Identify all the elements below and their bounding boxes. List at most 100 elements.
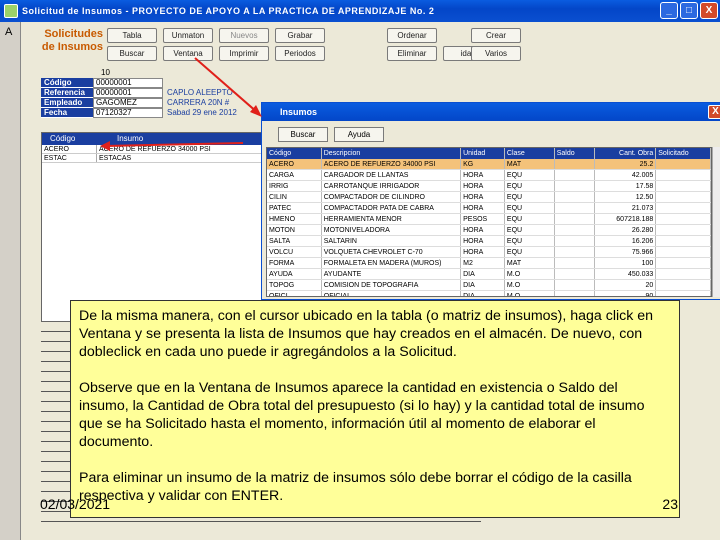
dialog-cell-unit: KG <box>461 159 505 169</box>
dialog-cell-cls: M.O <box>505 280 555 290</box>
dialog-cell-saldo <box>555 181 595 191</box>
toolbar-button-ordenar[interactable]: Ordenar <box>387 28 437 43</box>
header-value[interactable]: 07120327 <box>93 108 163 118</box>
dialog-cell-code: AYUDA <box>267 269 322 279</box>
dialog-cell-desc: SALTARIN <box>322 236 462 246</box>
cell-code[interactable]: ACERO <box>42 145 97 153</box>
dialog-cell-cls: EQU <box>505 192 555 202</box>
table-row[interactable]: MOTON MOTONIVELADORA HORA EQU 26.280 <box>267 225 711 236</box>
dialog-buscar-button[interactable]: Buscar <box>278 127 328 142</box>
dialog-cell-desc: AYUDANTE <box>322 269 462 279</box>
toolbar-button-nuevos[interactable]: Nuevos <box>219 28 269 43</box>
dialog-cell-desc: OFICIAL <box>322 291 462 296</box>
left-strip-label: A <box>5 26 13 38</box>
dialog-cell-cls: EQU <box>505 225 555 235</box>
app-icon <box>4 4 18 18</box>
insumos-table[interactable]: Código Descripcion Unidad Clase Saldo Cant. O… <box>266 147 712 297</box>
toolbar-button-periodos[interactable]: Periodos <box>275 46 325 61</box>
table-row[interactable]: CILIN COMPACTADOR DE CILINDRO HORA EQU 12.50 <box>267 192 711 203</box>
note-paragraph-1: De la misma manera, con el cursor ubicad… <box>79 308 654 360</box>
dialog-cell-cls: EQU <box>505 203 555 213</box>
cell-code[interactable]: ESTAC <box>42 154 97 162</box>
toolbar-button-imprimir[interactable]: Imprimir <box>219 46 269 61</box>
header-label: Referencia <box>41 88 93 98</box>
dialog-cell-unit: PESOS <box>461 214 505 224</box>
dialog-cell-cant: 17.58 <box>595 181 657 191</box>
dialog-cell-sol <box>656 291 711 296</box>
header-value[interactable]: 00000001 <box>93 78 163 88</box>
table-row[interactable]: IRRIG CARROTANQUE IRRIGADOR HORA EQU 17.58 <box>267 181 711 192</box>
dialog-cell-unit: DIA <box>461 269 505 279</box>
dialog-col-header: Clase <box>505 148 555 159</box>
slide-page-number: 23 <box>662 496 678 512</box>
toolbar-button-unmaton[interactable]: Unmaton <box>163 28 213 43</box>
toolbar-button-eliminar[interactable]: Eliminar <box>387 46 437 61</box>
dialog-cell-code: OFICI <box>267 291 322 296</box>
toolbar-button-tabla[interactable]: Tabla <box>107 28 157 43</box>
dialog-cell-cls: EQU <box>505 236 555 246</box>
dialog-cell-cant: 21.073 <box>595 203 657 213</box>
dialog-cell-saldo <box>555 170 595 180</box>
dialog-cell-unit: DIA <box>461 291 505 296</box>
dialog-cell-unit: DIA <box>461 280 505 290</box>
toolbar-button-ventana[interactable]: Ventana <box>163 46 213 61</box>
dialog-cell-cant: 450.033 <box>595 269 657 279</box>
toolbar-button-crear[interactable]: Crear <box>471 28 521 43</box>
dialog-cell-unit: HORA <box>461 247 505 257</box>
toolbar-button-grabar[interactable]: Grabar <box>275 28 325 43</box>
dialog-scrollbar[interactable] <box>712 147 720 297</box>
dialog-col-header: Saldo <box>555 148 595 159</box>
table-row[interactable]: CARGA CARGADOR DE LLANTAS HORA EQU 42.005 <box>267 170 711 181</box>
dialog-cell-cls: EQU <box>505 247 555 257</box>
dialog-cell-code: VOLCU <box>267 247 322 257</box>
dialog-cell-cls: MAT <box>505 258 555 268</box>
table-row[interactable]: HMENO HERRAMIENTA MENOR PESOS EQU 607218.188 <box>267 214 711 225</box>
dialog-cell-desc: MOTONIVELADORA <box>322 225 462 235</box>
dialog-cell-desc: COMPACTADOR DE CILINDRO <box>322 192 462 202</box>
dialog-cell-cant: 25.2 <box>595 159 657 169</box>
table-row[interactable]: PATEC COMPACTADOR PATA DE CABRA HORA EQU 21.… <box>267 203 711 214</box>
insumos-dialog: Insumos X Buscar Ayuda Código Descripcion… <box>261 102 720 300</box>
dialog-cell-cls: EQU <box>505 181 555 191</box>
dialog-cell-saldo <box>555 291 595 296</box>
dialog-col-header: Descripcion <box>322 148 462 159</box>
header-row: Fecha 07120327 Sabad 29 ene 2012 <box>41 108 237 118</box>
header-row: Referencia 00000001 CAPLO ALEEPTO <box>41 88 233 98</box>
table-row[interactable]: TOPOG COMISION DE TOPOGRAFIA DIA M.O 20 <box>267 280 711 291</box>
table-row[interactable]: ACERO ACERO DE REFUERZO 34000 PSI KG MAT 25.… <box>267 159 711 170</box>
dialog-cell-code: CARGA <box>267 170 322 180</box>
dialog-cell-saldo <box>555 214 595 224</box>
dialog-cell-sol <box>656 181 711 191</box>
dialog-cell-saldo <box>555 159 595 169</box>
table-row[interactable]: OFICI OFICIAL DIA M.O 90 <box>267 291 711 296</box>
toolbar-button-buscar[interactable]: Buscar <box>107 46 157 61</box>
header-row: Código 00000001 <box>41 78 233 88</box>
header-extra: CARRERA 20N # <box>167 98 230 107</box>
dialog-cell-saldo <box>555 247 595 257</box>
header-value[interactable]: 00000001 <box>93 88 163 98</box>
table-row[interactable]: AYUDA AYUDANTE DIA M.O 450.033 <box>267 269 711 280</box>
table-row[interactable]: FORMA FORMALETA EN MADERA (MUROS) M2 MAT 100 <box>267 258 711 269</box>
col-codigo: Código <box>50 134 76 143</box>
dialog-cell-desc: HERRAMIENTA MENOR <box>322 214 462 224</box>
minimize-button[interactable]: _ <box>660 2 678 19</box>
dialog-cell-saldo <box>555 225 595 235</box>
slide-date: 02/03/2021 <box>40 496 111 512</box>
dialog-close-button[interactable]: X <box>708 105 720 119</box>
dialog-cell-sol <box>656 258 711 268</box>
close-button[interactable]: X <box>700 2 718 19</box>
header-value[interactable]: GAGOMEZ <box>93 98 163 108</box>
maximize-button[interactable]: □ <box>680 2 698 19</box>
dialog-cell-saldo <box>555 280 595 290</box>
header-extra: CAPLO ALEEPTO <box>167 88 233 97</box>
table-row[interactable]: SALTA SALTARIN HORA EQU 16.206 <box>267 236 711 247</box>
table-row[interactable]: VOLCU VOLQUETA CHEVROLET C-70 HORA EQU 75.96… <box>267 247 711 258</box>
dialog-cell-saldo <box>555 258 595 268</box>
dialog-ayuda-button[interactable]: Ayuda <box>334 127 384 142</box>
dialog-cell-cant: 16.206 <box>595 236 657 246</box>
header-no: 10 <box>101 68 110 77</box>
dialog-cell-cant: 12.50 <box>595 192 657 202</box>
dialog-cell-desc: COMPACTADOR PATA DE CABRA <box>322 203 462 213</box>
left-strip: A <box>0 22 20 540</box>
toolbar-button-varios[interactable]: Varios <box>471 46 521 61</box>
